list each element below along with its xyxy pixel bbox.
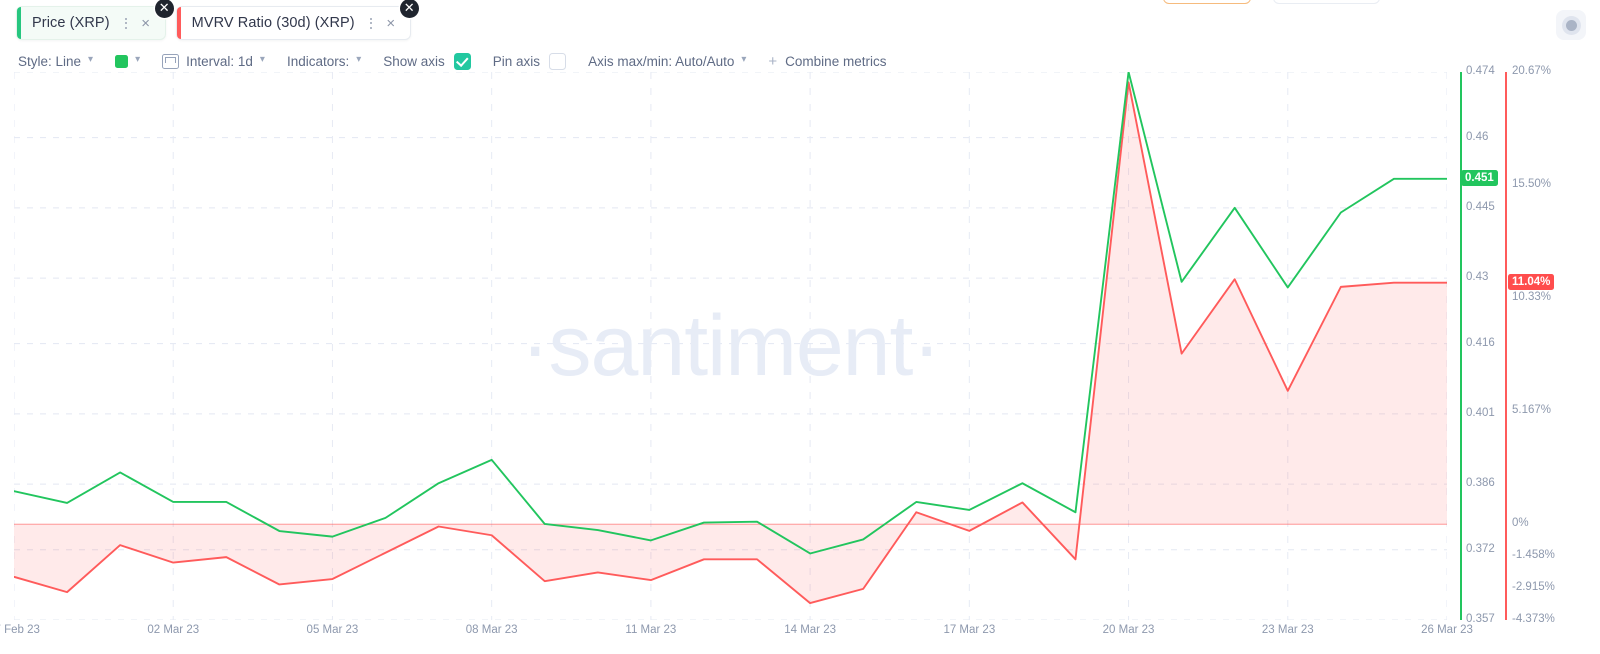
chart-svg	[14, 72, 1447, 620]
left-axis-tick: 0.372	[1466, 542, 1495, 555]
show-axis-toggle[interactable]: Show axis	[383, 50, 471, 72]
chart-container: ·santiment· 0.474 0.46 0.445 0.43 0.416 0.401…	[0, 65, 1600, 654]
right-axis-tick: 20.67%	[1512, 65, 1552, 77]
pin-axis-checkbox[interactable]	[549, 52, 567, 70]
right-axis-tick: -1.458%	[1512, 549, 1555, 562]
x-axis-tick: 14 Mar 23	[784, 624, 836, 636]
right-axis-tick: -2.915%	[1512, 581, 1555, 594]
remove-metric-badge-icon[interactable]: ✕	[154, 0, 174, 18]
x-axis-tick: 23 Mar 23	[1261, 624, 1314, 636]
left-axis-tick: 0.43	[1466, 271, 1489, 284]
left-axis-tick: 0.445	[1466, 200, 1495, 213]
metric-tab-price[interactable]: Price (XRP) × ✕	[16, 0, 174, 40]
x-axis-tick: 17 Mar 23	[943, 624, 996, 636]
x-axis-tick: 05 Mar 23	[306, 624, 359, 636]
left-axis-tick: 0.474	[1466, 65, 1495, 77]
calendar-icon	[162, 53, 180, 69]
record-dot-icon	[1565, 19, 1577, 31]
settings-round-button[interactable]	[1556, 10, 1586, 40]
show-axis-checkbox[interactable]	[453, 52, 471, 70]
metric-tab-label: Price (XRP)	[32, 15, 110, 31]
x-axis-tick: 02 Mar 23	[147, 624, 200, 636]
style-selector[interactable]: Style: Line ▾	[18, 50, 93, 72]
metric-tab-mvrv[interactable]: MVRV Ratio (30d) (XRP) × ✕	[175, 0, 419, 40]
color-selector[interactable]: ▾	[115, 50, 140, 72]
plus-icon: +	[768, 52, 778, 70]
color-swatch-icon	[115, 54, 129, 68]
chart-toolbar: Style: Line ▾ ▾ Interval: 1d ▾ Indicator…	[18, 50, 908, 72]
x-axis-tick: 20 Mar 23	[1102, 624, 1155, 636]
interval-selector[interactable]: Interval: 1d ▾	[162, 50, 265, 72]
x-axis-tick: 11 Mar 23	[625, 624, 677, 636]
indicators-label: Indicators:	[286, 53, 350, 69]
right-axis-tick: 10.33%	[1512, 291, 1552, 304]
right-axis-tick: 0%	[1512, 517, 1529, 530]
right-axis-tick: 5.167%	[1512, 404, 1552, 417]
right-axis-tick: -4.373%	[1512, 613, 1555, 625]
left-axis-tick: 0.46	[1466, 130, 1489, 143]
left-axis-value-badge: 0.451	[1461, 169, 1498, 186]
left-axis-tick: 0.386	[1466, 477, 1495, 490]
chevron-down-icon: ▾	[135, 54, 141, 65]
chevron-down-icon: ▾	[259, 54, 265, 65]
show-axis-label: Show axis	[383, 53, 445, 69]
x-axis-tick: 27 Feb 23	[0, 624, 40, 636]
chevron-down-icon: ▾	[88, 54, 94, 65]
left-axis-tick: 0.401	[1466, 406, 1495, 419]
combine-metrics-label: Combine metrics	[785, 53, 887, 69]
right-axis-tick: 15.50%	[1512, 178, 1552, 191]
axis-minmax-label: Axis max/min: Auto/Auto	[588, 53, 735, 69]
remove-metric-badge-icon[interactable]: ✕	[399, 0, 419, 18]
right-axis-value-badge: 11.04%	[1508, 273, 1555, 290]
top-partial-chip-plain[interactable]	[1273, 0, 1380, 4]
axis-minmax-selector[interactable]: Axis max/min: Auto/Auto ▾	[588, 50, 746, 72]
pin-axis-toggle[interactable]: Pin axis	[492, 50, 567, 72]
x-axis-tick: 08 Mar 23	[465, 624, 518, 636]
right-axis-line	[1505, 72, 1507, 620]
metric-tab-bar: Price (XRP) × ✕ MVRV Ratio (30d) (XRP) ×…	[16, 0, 419, 40]
chart-application: Price (XRP) × ✕ MVRV Ratio (30d) (XRP) ×…	[0, 0, 1600, 654]
left-axis-line	[1460, 72, 1462, 620]
close-icon[interactable]: ×	[380, 12, 402, 34]
kebab-menu-icon[interactable]	[364, 15, 378, 31]
plot-area[interactable]: ·santiment·	[14, 72, 1447, 620]
close-icon[interactable]: ×	[135, 12, 157, 34]
indicators-selector[interactable]: Indicators: ▾	[287, 50, 361, 72]
chevron-down-icon: ▾	[356, 54, 362, 65]
style-label: Style: Line	[18, 53, 82, 69]
top-partial-chip-orange[interactable]	[1163, 0, 1251, 4]
interval-label: Interval: 1d	[186, 53, 253, 69]
kebab-menu-icon[interactable]	[119, 15, 133, 31]
left-axis-tick: 0.416	[1466, 336, 1495, 349]
x-axis-tick: 26 Mar 23	[1421, 624, 1473, 636]
combine-metrics-button[interactable]: + Combine metrics	[768, 50, 886, 72]
chevron-down-icon: ▾	[741, 54, 747, 65]
metric-tab-label: MVRV Ratio (30d) (XRP)	[191, 15, 355, 31]
pin-axis-label: Pin axis	[492, 53, 541, 69]
